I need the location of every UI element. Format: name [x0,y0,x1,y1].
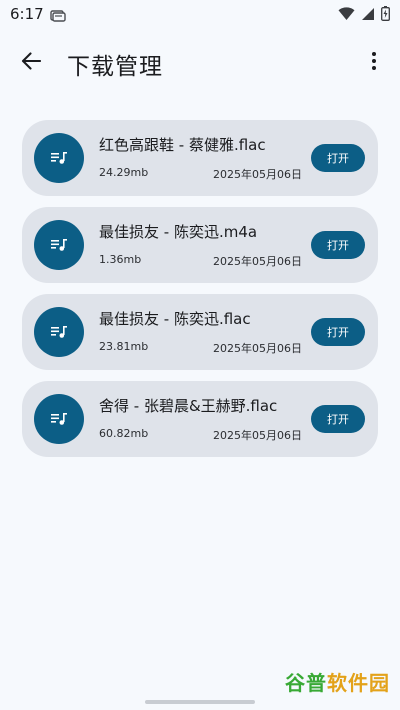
more-options-button[interactable] [362,50,386,76]
page-title: 下载管理 [67,54,163,80]
open-button[interactable]: 打开 [311,231,365,259]
file-size: 24.29mb [99,166,149,179]
download-date: 2025年05月06日 [213,342,302,355]
notification-card-icon [50,7,66,26]
music-file-icon [34,307,84,357]
file-name: 最佳损友 - 陈奕迅.flac [99,310,251,328]
gesture-nav-bar[interactable] [145,700,255,704]
watermark-text-b: 软件园 [327,671,390,695]
watermark-text-a: 谷普 [285,671,327,695]
status-bar: 6:17 [0,0,400,28]
download-item[interactable]: 舍得 - 张碧晨&王赫野.flac 60.82mb 2025年05月06日 打开 [22,381,378,457]
wifi-icon [338,6,355,25]
battery-icon [381,6,390,25]
status-time: 6:17 [10,5,44,23]
file-name: 最佳损友 - 陈奕迅.m4a [99,223,258,241]
download-date: 2025年05月06日 [213,429,302,442]
app-bar: 下载管理 [0,38,400,88]
download-date: 2025年05月06日 [213,255,302,268]
open-button[interactable]: 打开 [311,318,365,346]
file-name: 红色高跟鞋 - 蔡健雅.flac [99,136,266,154]
back-arrow-icon [21,52,42,74]
music-file-icon [34,133,84,183]
download-item[interactable]: 最佳损友 - 陈奕迅.m4a 1.36mb 2025年05月06日 打开 [22,207,378,283]
open-button[interactable]: 打开 [311,144,365,172]
open-button[interactable]: 打开 [311,405,365,433]
file-size: 1.36mb [99,253,142,266]
music-file-icon [34,220,84,270]
signal-icon [361,6,375,25]
back-button[interactable] [18,50,44,76]
file-size: 60.82mb [99,427,149,440]
download-item[interactable]: 最佳损友 - 陈奕迅.flac 23.81mb 2025年05月06日 打开 [22,294,378,370]
download-date: 2025年05月06日 [213,168,302,181]
file-name: 舍得 - 张碧晨&王赫野.flac [99,397,278,415]
music-file-icon [34,394,84,444]
download-item[interactable]: 红色高跟鞋 - 蔡健雅.flac 24.29mb 2025年05月06日 打开 [22,120,378,196]
more-vertical-icon [372,52,376,74]
file-size: 23.81mb [99,340,149,353]
watermark-logo: 谷普 软件园 [285,667,390,696]
download-list: 红色高跟鞋 - 蔡健雅.flac 24.29mb 2025年05月06日 打开 … [22,120,378,468]
